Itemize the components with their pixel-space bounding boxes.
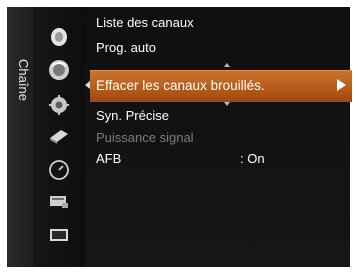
picture-icon[interactable] [47,25,71,49]
tv-menu-frame: Chaîne Liste des canaux Prog. auto Effac… [0,0,359,273]
menu-item-label: AFB [96,151,122,166]
channel-icon[interactable] [47,58,71,82]
afb-value: : On [240,151,265,166]
input-icon[interactable] [47,124,71,148]
chevron-right-icon [337,79,346,91]
menu-item-syn-precise[interactable]: Syn. Précise [96,108,169,123]
scroll-down-icon [224,102,230,106]
category-title: Chaîne [16,59,31,101]
menu-item-label: Effacer les canaux brouillés. [96,78,265,93]
category-sideband: Chaîne [7,7,34,267]
scroll-up-icon [224,63,230,67]
function-icon[interactable] [47,190,71,214]
menu-item-liste-canaux[interactable]: Liste des canaux [96,15,194,30]
menu-item-effacer-canaux[interactable]: Effacer les canaux brouillés. [90,70,352,102]
screen-icon[interactable] [47,223,71,247]
clock-icon[interactable] [47,158,71,182]
menu-item-afb[interactable]: AFB : On [96,151,265,166]
menu-item-puissance-signal: Puissance signal [96,130,194,145]
setup-icon[interactable] [47,93,71,117]
menu-item-prog-auto[interactable]: Prog. auto [96,40,156,55]
menu-panel: Chaîne Liste des canaux Prog. auto Effac… [7,7,352,267]
